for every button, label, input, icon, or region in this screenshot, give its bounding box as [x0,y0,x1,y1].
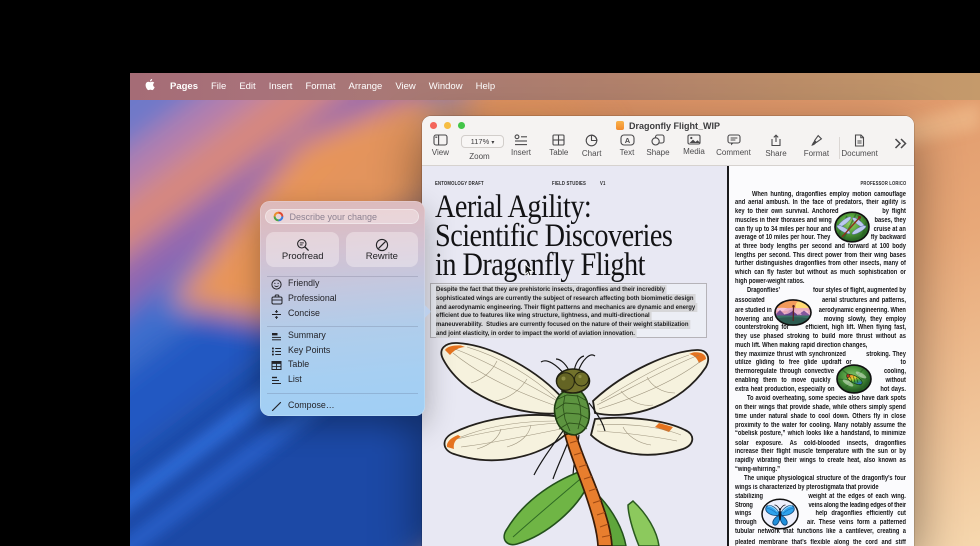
svg-text:A: A [624,136,630,145]
